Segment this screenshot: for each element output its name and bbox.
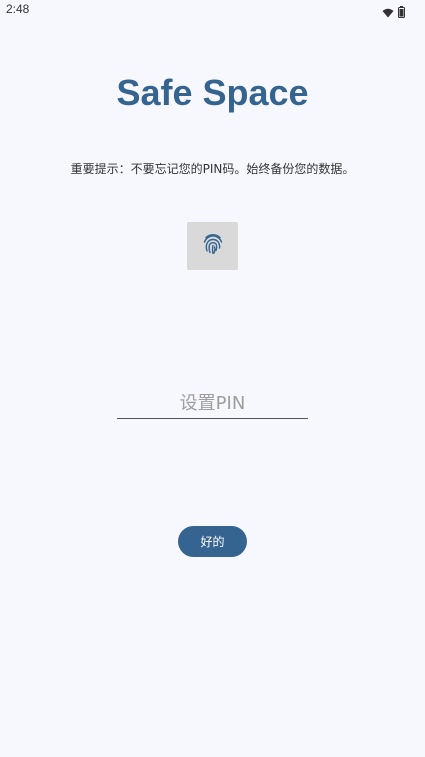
battery-icon	[398, 3, 405, 22]
pin-input[interactable]	[117, 388, 308, 419]
app-title: Safe Space	[116, 72, 309, 113]
wifi-icon	[382, 3, 394, 22]
fingerprint-button[interactable]	[187, 222, 238, 270]
status-icons	[382, 3, 405, 22]
ok-button[interactable]: 好的	[178, 526, 247, 557]
status-time: 2:48	[6, 2, 30, 16]
status-bar: 2:48	[0, 0, 425, 20]
fingerprint-icon	[201, 232, 225, 260]
pin-warning-notice: 重要提示：不要忘记您的PIN码。始终备份您的数据。	[70, 162, 355, 176]
